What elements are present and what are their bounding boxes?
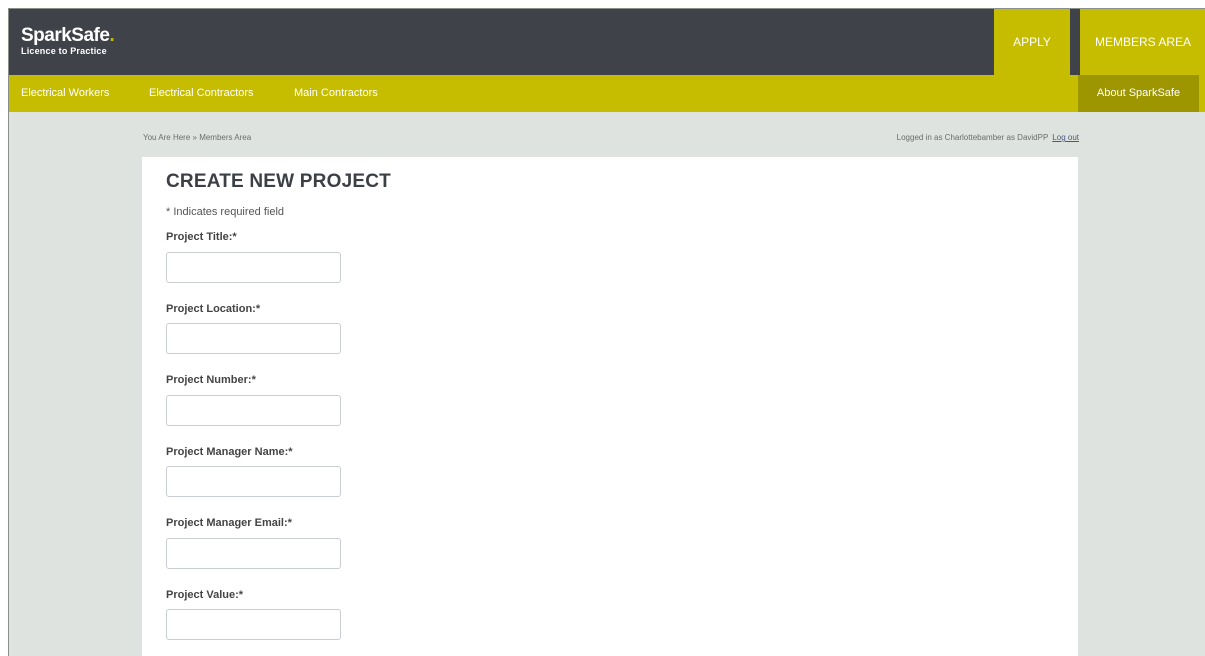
nav-item-electrical-workers[interactable]: Electrical Workers — [21, 75, 109, 112]
nav-item-electrical-contractors[interactable]: Electrical Contractors — [149, 75, 254, 112]
project-value-input[interactable] — [166, 609, 341, 640]
project-title-label: Project Title:* — [166, 231, 237, 243]
create-project-form: CREATE NEW PROJECT * Indicates required … — [142, 157, 1078, 656]
members-area-button[interactable]: MEMBERS AREA — [1080, 9, 1205, 75]
project-title-input[interactable] — [166, 252, 341, 283]
logo-name: SparkSafe — [21, 25, 110, 46]
project-value-label: Project Value:* — [166, 589, 244, 601]
required-field-note: * Indicates required field — [166, 206, 285, 218]
project-manager-email-input[interactable] — [166, 538, 341, 569]
project-number-label: Project Number:* — [166, 374, 256, 386]
main-nav: Electrical Workers Electrical Contractor… — [9, 75, 1205, 112]
login-status: Logged in as Charlottebamber as DavidPP L… — [897, 133, 1079, 142]
nav-item-about-sparksafe[interactable]: About SparkSafe — [1078, 75, 1199, 112]
nav-item-main-contractors[interactable]: Main Contractors — [294, 75, 378, 112]
logo-tagline: Licence to Practice — [21, 46, 107, 56]
page-frame: SparkSafe. Licence to Practice APPLY MEM… — [8, 8, 1205, 656]
logged-in-text: Logged in as Charlottebamber as DavidPP — [896, 133, 1049, 142]
logo-dot: . — [109, 25, 115, 46]
page-title: CREATE NEW PROJECT — [166, 171, 391, 192]
project-location-label: Project Location:* — [166, 303, 261, 315]
project-manager-name-label: Project Manager Name:* — [166, 446, 293, 458]
apply-button[interactable]: APPLY — [994, 9, 1070, 75]
project-number-input[interactable] — [166, 395, 341, 426]
project-location-input[interactable] — [166, 323, 341, 354]
logout-link[interactable]: Log out — [1052, 133, 1079, 142]
breadcrumb: You Are Here » Members Area — [143, 133, 252, 142]
project-manager-name-input[interactable] — [166, 466, 341, 497]
sparksafe-logo[interactable]: SparkSafe. Licence to Practice — [21, 25, 115, 57]
project-manager-email-label: Project Manager Email:* — [166, 517, 292, 529]
top-header: SparkSafe. Licence to Practice APPLY MEM… — [9, 9, 1205, 75]
